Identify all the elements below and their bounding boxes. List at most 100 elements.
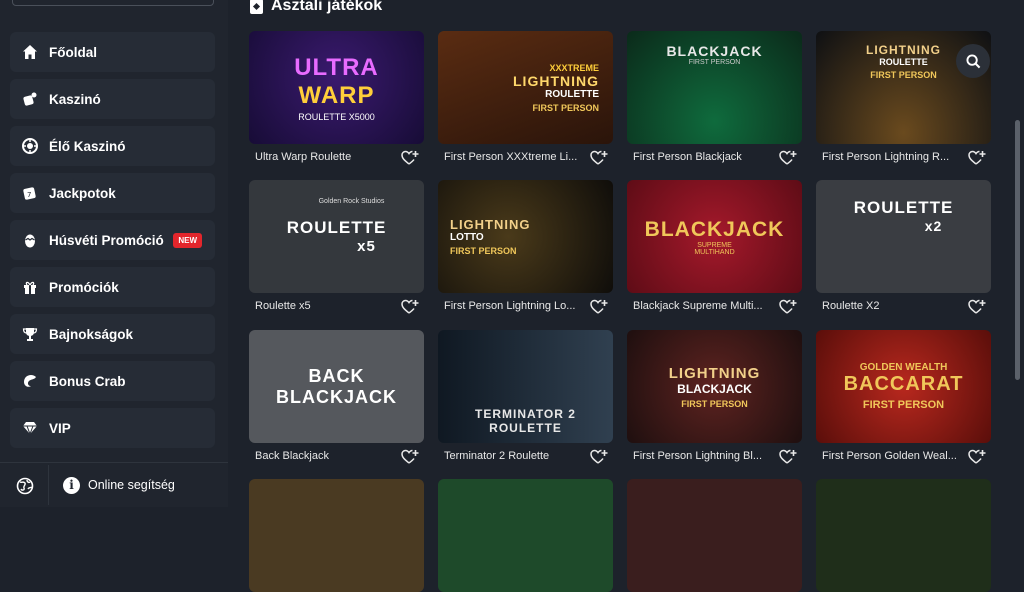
tile-art-text: MULTIHAND — [694, 248, 735, 256]
game-tile-partial[interactable] — [249, 479, 424, 592]
dice-icon — [22, 91, 38, 107]
tile-art-text: FIRST PERSON — [862, 399, 945, 411]
game-tile-first-person-lightning-lotto[interactable]: LIGHTNING LOTTO FIRST PERSON — [438, 180, 613, 293]
tile-art-text: FIRST PERSON — [870, 70, 937, 80]
add-favorite-heart-icon[interactable] — [968, 150, 986, 166]
game-title[interactable]: First Person Lightning R... — [822, 151, 962, 163]
game-title[interactable]: First Person Lightning Lo... — [444, 300, 584, 312]
game-tile-partial[interactable] — [816, 479, 991, 592]
section-title: Asztali játékok — [271, 0, 383, 14]
crab-claw-icon — [22, 373, 38, 389]
tile-art-text: ROULETTE — [879, 57, 928, 67]
easter-egg-icon — [22, 232, 38, 248]
sidebar-item-label: Kaszinó — [49, 91, 101, 107]
add-favorite-heart-icon[interactable] — [401, 449, 419, 465]
tile-art-text: ROULETTE — [286, 218, 387, 237]
game-tile-roulette-x5[interactable]: Golden Rock Studios ROULETTE x5 — [249, 180, 424, 293]
online-help-label: Online segítség — [88, 478, 175, 492]
add-favorite-heart-icon[interactable] — [590, 150, 608, 166]
sidebar-item-live-casino[interactable]: Élő Kaszinó — [10, 126, 215, 166]
game-tile-roulette-x2[interactable]: ROULETTE x2 — [816, 180, 991, 293]
tile-art-text: FIRST PERSON — [688, 59, 741, 66]
game-title[interactable]: First Person Lightning Bl... — [633, 450, 773, 462]
add-favorite-heart-icon[interactable] — [401, 150, 419, 166]
tile-art-text: BLACKJACK — [677, 381, 752, 396]
game-tile-first-person-xxxtreme-lightning-roulette[interactable]: XXXTREME LIGHTNING ROULETTE FIRST PERSON — [438, 31, 613, 144]
game-tile-first-person-lightning-blackjack[interactable]: LIGHTNING BLACKJACK FIRST PERSON — [627, 330, 802, 443]
tile-art-text: ULTRA — [294, 53, 379, 81]
tile-art-text: FIRST PERSON — [450, 246, 517, 256]
sidebar-item-label: Élő Kaszinó — [49, 138, 126, 154]
online-help-button[interactable]: i Online segítség — [48, 465, 233, 505]
sidebar-item-vip[interactable]: VIP — [10, 408, 215, 448]
game-title[interactable]: Roulette X2 — [822, 300, 962, 312]
sidebar-item-label: Húsvéti Promóció — [49, 232, 164, 248]
sidebar-item-jackpots[interactable]: 7 Jackpotok — [10, 173, 215, 213]
add-favorite-heart-icon[interactable] — [590, 299, 608, 315]
game-title[interactable]: Terminator 2 Roulette — [444, 450, 584, 462]
game-tile-partial[interactable] — [627, 479, 802, 592]
game-title[interactable]: First Person Blackjack — [633, 151, 773, 163]
game-tile-back-blackjack[interactable]: BACK BLACKJACK — [249, 330, 424, 443]
tile-art-text: ROULETTE — [853, 198, 954, 217]
tile-art-text: ROULETTE X5000 — [298, 111, 375, 122]
playing-card-icon — [250, 0, 263, 14]
sidebar-item-tournaments[interactable]: Bajnokságok — [10, 314, 215, 354]
tile-art-text: FIRST PERSON — [681, 398, 748, 409]
tile-art-text: ROULETTE — [545, 88, 599, 100]
tile-art-text: GOLDEN WEALTH — [859, 362, 948, 373]
tile-art-text: x5 — [357, 238, 376, 255]
tile-art-text: WARP — [298, 81, 375, 109]
tile-art-text: LIGHTNING — [513, 72, 599, 89]
game-title[interactable]: Ultra Warp Roulette — [255, 151, 395, 163]
add-favorite-heart-icon[interactable] — [968, 299, 986, 315]
scrollbar[interactable] — [1015, 120, 1020, 380]
add-favorite-heart-icon[interactable] — [590, 449, 608, 465]
sidebar-item-bonus-crab[interactable]: Bonus Crab — [10, 361, 215, 401]
game-tile-ultra-warp-roulette[interactable]: ULTRA WARP ROULETTE X5000 — [249, 31, 424, 144]
game-tile-partial[interactable] — [438, 479, 613, 592]
game-title[interactable]: Roulette x5 — [255, 300, 395, 312]
sidebar-item-home[interactable]: Főoldal — [10, 32, 215, 72]
add-favorite-heart-icon[interactable] — [968, 449, 986, 465]
tile-art-text: TERMINATOR 2 — [475, 407, 576, 421]
tile-art-text: LIGHTNING — [668, 364, 761, 382]
svg-text:7: 7 — [27, 191, 31, 199]
trophy-icon — [22, 326, 38, 342]
tile-art-text: BLACKJACK — [644, 217, 785, 241]
tile-art-text: BLACKJACK — [666, 43, 763, 59]
search-icon — [965, 53, 980, 68]
game-title[interactable]: First Person Golden Weal... — [822, 450, 962, 462]
add-favorite-heart-icon[interactable] — [779, 150, 797, 166]
roulette-wheel-icon — [22, 138, 38, 154]
sidebar-item-casino[interactable]: Kaszinó — [10, 79, 215, 119]
game-tile-terminator-2-roulette[interactable]: TERMINATOR 2 ROULETTE — [438, 330, 613, 443]
tile-art-text: LIGHTNING — [450, 217, 531, 232]
sidebar-item-promotions[interactable]: Promóciók — [10, 267, 215, 307]
globe-language-icon[interactable] — [16, 477, 34, 495]
sidebar-item-label: Bajnokságok — [49, 326, 134, 342]
game-tile-blackjack-supreme-multihand[interactable]: BLACKJACK SUPREME MULTIHAND — [627, 180, 802, 293]
search-box-edge[interactable] — [12, 0, 214, 6]
sidebar-item-easter-promo[interactable]: Húsvéti Promóció NEW — [10, 220, 215, 260]
tile-art-text: SUPREME — [697, 241, 732, 249]
tile-art-text: x2 — [924, 218, 943, 234]
slot-machine-icon: 7 — [22, 185, 38, 201]
add-favorite-heart-icon[interactable] — [779, 449, 797, 465]
sidebar-footer: i Online segítség — [0, 462, 228, 507]
game-title[interactable]: Back Blackjack — [255, 450, 395, 462]
tile-art-text: LOTTO — [450, 232, 484, 243]
add-favorite-heart-icon[interactable] — [401, 299, 419, 315]
game-title[interactable]: Blackjack Supreme Multi... — [633, 300, 773, 312]
tile-art-text: ROULETTE — [489, 421, 562, 435]
add-favorite-heart-icon[interactable] — [779, 299, 797, 315]
game-title[interactable]: First Person XXXtreme Li... — [444, 151, 584, 163]
sidebar-item-label: Bonus Crab — [49, 373, 126, 389]
tile-art-text: BLACKJACK — [276, 386, 397, 407]
tile-art-text: BACCARAT — [843, 373, 964, 395]
game-tile-first-person-blackjack[interactable]: BLACKJACK FIRST PERSON — [627, 31, 802, 144]
search-button[interactable] — [956, 44, 990, 78]
game-tile-first-person-golden-wealth-baccarat[interactable]: GOLDEN WEALTH BACCARAT FIRST PERSON — [816, 330, 991, 443]
sidebar: Főoldal Kaszinó Élő Kaszinó 7 Jackpotok … — [0, 0, 228, 507]
tile-art-text: Golden Rock Studios — [318, 198, 385, 205]
